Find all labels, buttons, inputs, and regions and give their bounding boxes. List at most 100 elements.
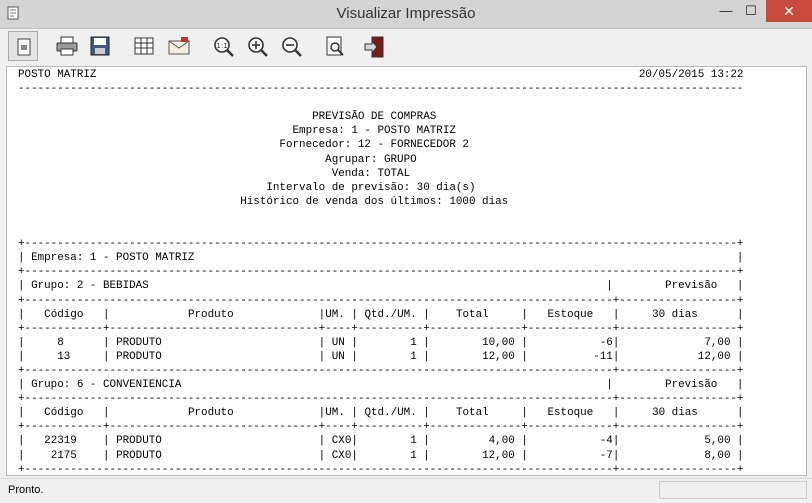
table-row: | 2175 | PRODUTO | CX0| 1 | 12,00 | -7| …: [18, 449, 744, 462]
group-row: | Grupo: 2 - BEBIDAS | Previsão |: [18, 280, 744, 293]
cell-qtd: 1: [357, 435, 417, 448]
previsao-label: Previsão: [665, 379, 718, 392]
report-filter-line: Histórico de venda dos últimos: 1000 dia…: [18, 196, 730, 208]
report-datetime: 20/05/2015 13:22: [638, 69, 744, 81]
report-filter: Agrupar: GRUPO: [325, 153, 417, 166]
column-header-produto: Produto: [109, 308, 319, 321]
column-header-codigo: Código: [24, 407, 103, 420]
zoom-actual-size-button[interactable]: 1:1: [208, 31, 238, 61]
report-filter: Intervalo de previsão: 30 dia(s): [266, 181, 476, 194]
report-filter-line: Empresa: 1 - POSTO MATRIZ: [18, 125, 730, 137]
print-preview-area[interactable]: POSTO MATRIZ 20/05/2015 13:22 ----------…: [6, 66, 807, 476]
email-button[interactable]: [163, 31, 193, 61]
column-header-um: UM.: [325, 308, 352, 321]
floppy-disk-icon: [90, 36, 110, 56]
cell-previsao: 7,00: [619, 336, 731, 349]
report-filter-line: Intervalo de previsão: 30 dia(s): [18, 182, 730, 194]
svg-text:1:1: 1:1: [216, 42, 227, 50]
cell-qtd: 1: [357, 350, 417, 363]
status-text: Pronto.: [8, 484, 44, 496]
report-header-line: POSTO MATRIZ 20/05/2015 13:22: [18, 69, 743, 81]
separator: +---------------------------------------…: [18, 393, 744, 406]
group-label: Grupo: 6 - CONVENIENCIA: [31, 379, 182, 392]
separator: +---------------------------------------…: [18, 364, 744, 377]
toolbar: 1:1: [0, 29, 812, 65]
empresa-row: | Empresa: 1 - POSTO MATRIZ |: [18, 252, 744, 265]
table-row: | 13 | PRODUTO | UN | 1 | 12,00 | -11| 1…: [18, 350, 744, 363]
column-header-um: UM.: [325, 407, 352, 420]
column-header-previsao: 30 dias: [619, 407, 738, 420]
cell-um: UN: [331, 350, 352, 363]
cell-estoque: -4: [527, 435, 613, 448]
cell-produto: PRODUTO: [116, 449, 319, 462]
cell-previsao: 5,00: [619, 435, 731, 448]
separator: +---------------------------------------…: [18, 238, 744, 251]
cell-produto: PRODUTO: [116, 435, 319, 448]
window-title: Visualizar Impressão: [336, 5, 476, 22]
cell-previsao: 8,00: [619, 449, 731, 462]
cell-qtd: 1: [357, 449, 417, 462]
find-in-document-icon: [326, 36, 344, 56]
maximize-button[interactable]: ☐: [734, 0, 768, 22]
separator: +---------------------------------------…: [18, 463, 744, 476]
report-company: POSTO MATRIZ: [18, 69, 97, 81]
column-header-total: Total: [429, 407, 522, 420]
close-button[interactable]: ✕: [766, 0, 812, 22]
report-filter: Empresa: 1 - POSTO MATRIZ: [292, 125, 456, 138]
page-view-icon: [17, 38, 31, 56]
column-header-estoque: Estoque: [527, 308, 613, 321]
column-header-produto: Produto: [109, 407, 319, 420]
cell-um: CX0: [331, 435, 352, 448]
spreadsheet-icon: [134, 37, 154, 55]
cell-estoque: -11: [527, 350, 613, 363]
cell-codigo: 8: [24, 336, 103, 349]
cell-total: 12,00: [429, 350, 515, 363]
separator: +---------------------------------------…: [18, 294, 744, 307]
report-filter: Venda: TOTAL: [331, 167, 411, 180]
column-header-qtd-um: Qtd./UM.: [357, 308, 424, 321]
status-panel: [659, 481, 807, 499]
report-page: POSTO MATRIZ 20/05/2015 13:22 ----------…: [18, 68, 744, 476]
column-header-row: | Código | Produto |UM. | Qtd./UM. | Tot…: [18, 407, 744, 420]
separator: ----------------------------------------…: [18, 83, 744, 96]
cell-produto: PRODUTO: [116, 350, 319, 363]
report-title-line: PREVISÃO DE COMPRAS: [18, 111, 730, 123]
page-view-button[interactable]: [8, 31, 38, 61]
group-label: Grupo: 2 - BEBIDAS: [31, 280, 149, 293]
find-button[interactable]: [320, 31, 350, 61]
report-filter-line: Agrupar: GRUPO: [18, 154, 730, 166]
cell-estoque: -6: [527, 336, 613, 349]
column-header-previsao: 30 dias: [619, 308, 738, 321]
title-bar: Visualizar Impressão — ☐ ✕: [0, 0, 812, 29]
cell-codigo: 2175: [24, 449, 103, 462]
group-row: | Grupo: 6 - CONVENIENCIA | Previsão |: [18, 379, 744, 392]
cell-total: 12,00: [429, 449, 515, 462]
status-bar: Pronto.: [0, 478, 812, 503]
report-filter: Histórico de venda dos últimos: 1000 dia…: [240, 195, 509, 208]
cell-produto: PRODUTO: [116, 336, 319, 349]
separator: +------------+--------------------------…: [18, 322, 744, 335]
cell-codigo: 13: [24, 350, 103, 363]
save-button[interactable]: [85, 31, 115, 61]
export-spreadsheet-button[interactable]: [129, 31, 159, 61]
exit-door-icon: [364, 36, 384, 58]
empresa-label: Empresa: 1 - POSTO MATRIZ: [31, 252, 195, 265]
cell-codigo: 22319: [24, 435, 103, 448]
report-filter-line: Venda: TOTAL: [18, 168, 730, 180]
printer-icon: [56, 36, 78, 56]
cell-total: 4,00: [429, 435, 515, 448]
report-filter: Fornecedor: 12 - FORNECEDOR 2: [279, 139, 469, 152]
separator: +------------+--------------------------…: [18, 421, 744, 434]
envelope-icon: [168, 37, 190, 55]
zoom-in-button[interactable]: [242, 31, 272, 61]
cell-qtd: 1: [357, 336, 417, 349]
cell-estoque: -7: [527, 449, 613, 462]
cell-um: UN: [331, 336, 352, 349]
cell-total: 10,00: [429, 336, 515, 349]
exit-button[interactable]: [358, 31, 388, 61]
zoom-out-button[interactable]: [276, 31, 306, 61]
column-header-qtd-um: Qtd./UM.: [357, 407, 424, 420]
zoom-actual-size-icon: 1:1: [214, 37, 234, 57]
zoom-out-icon: [282, 37, 302, 57]
print-button[interactable]: [51, 31, 81, 61]
